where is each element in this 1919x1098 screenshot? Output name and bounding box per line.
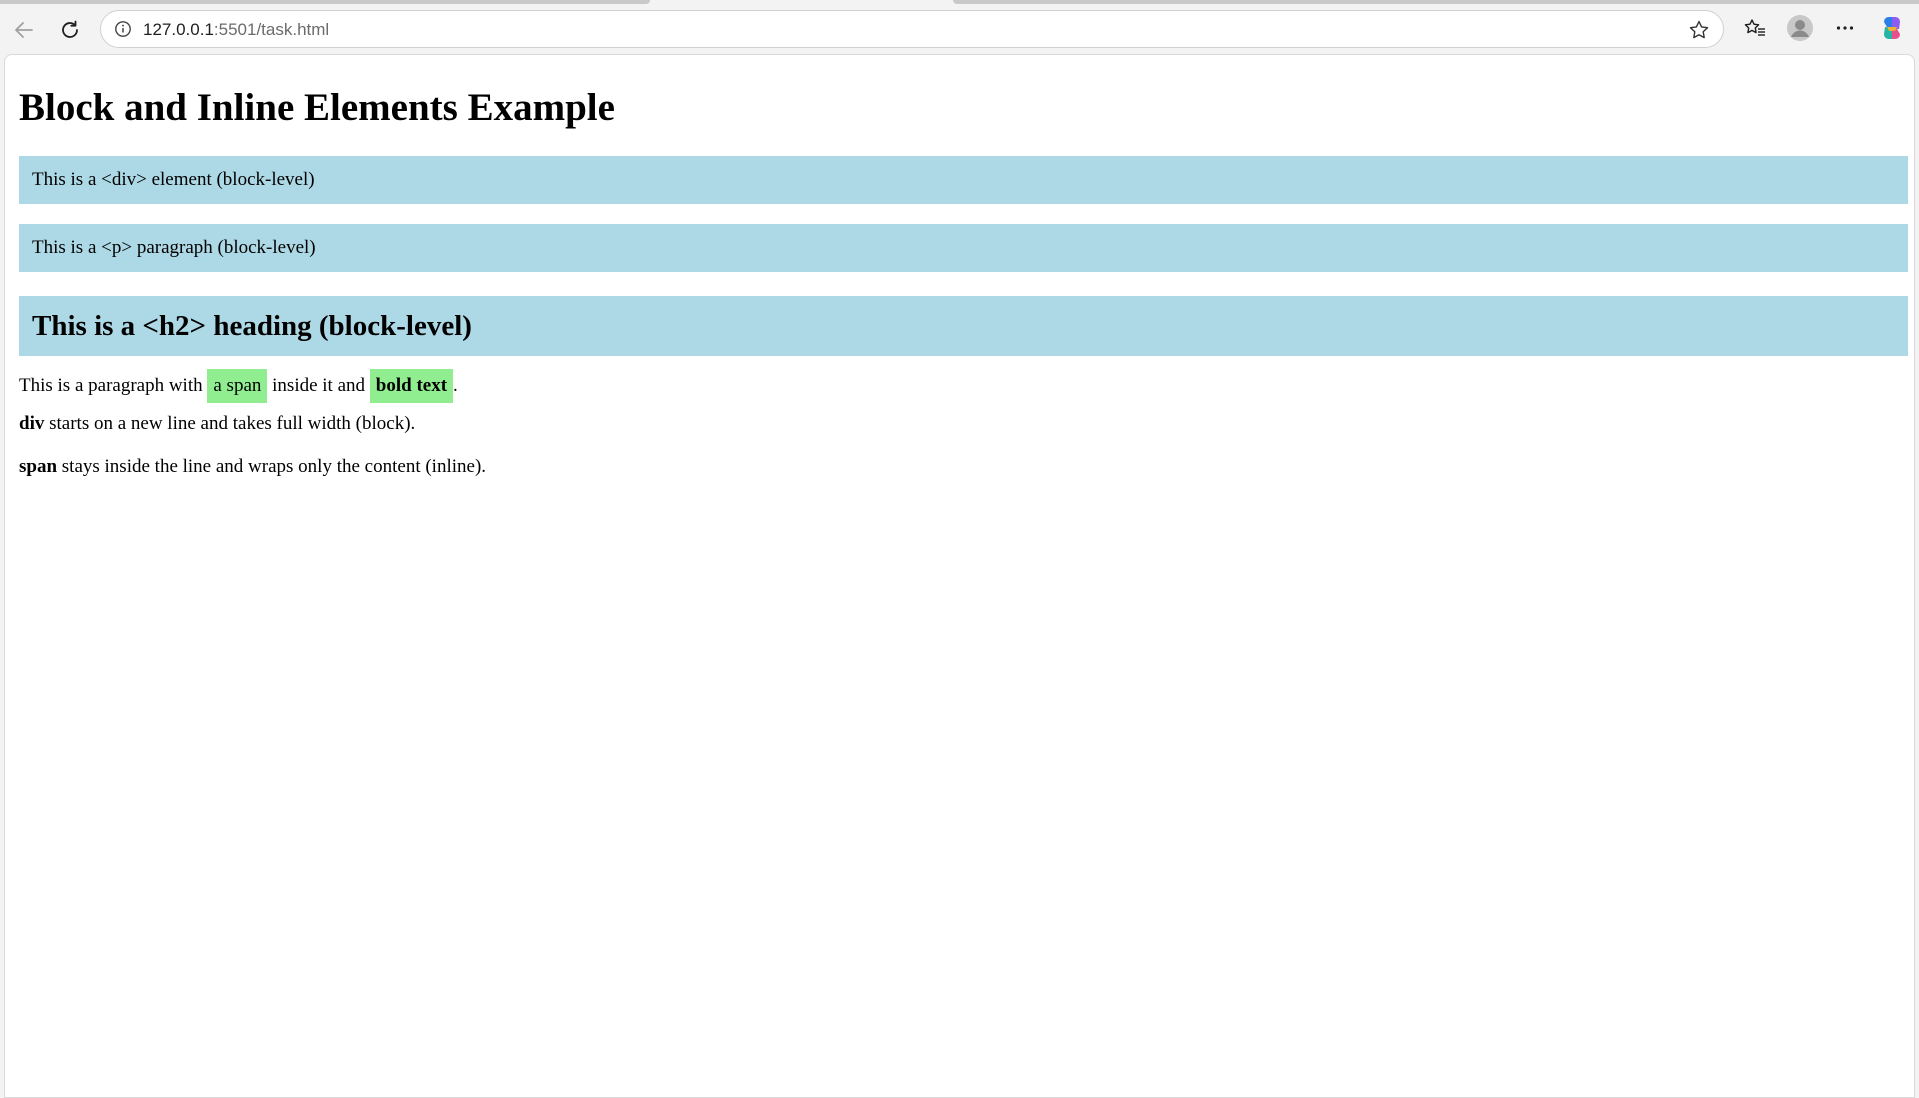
browser-toolbar: 127.0.0.1:5501/task.html (0, 6, 1919, 52)
span-keyword: span (19, 456, 58, 477)
copilot-icon (1878, 14, 1906, 47)
url-path: :5501/task.html (213, 20, 330, 39)
copilot-button[interactable] (1874, 12, 1910, 48)
favorites-icon (1743, 17, 1767, 44)
h2-heading-block: This is a <h2> heading (block-level) (19, 296, 1908, 356)
span-note-text: stays inside the line and wraps only the… (57, 456, 487, 477)
span-note: span stays inside the line and wraps onl… (19, 456, 486, 478)
profile-icon (1786, 14, 1814, 47)
page-viewport: Block and Inline Elements Example This i… (4, 54, 1915, 1098)
inline-paragraph: This is a paragraph with a span inside i… (19, 369, 458, 403)
reload-button[interactable] (52, 12, 88, 48)
favorites-button[interactable] (1737, 12, 1773, 48)
page-title: Block and Inline Elements Example (19, 86, 615, 129)
profile-button[interactable] (1782, 12, 1818, 48)
star-icon[interactable] (1687, 18, 1711, 42)
inline-text-middle: inside it and (267, 375, 370, 396)
highlighted-bold-text: bold text (369, 369, 454, 403)
inline-text-before: This is a paragraph with (19, 375, 208, 396)
inline-text-after: . (453, 375, 458, 396)
info-icon[interactable] (113, 19, 133, 39)
more-icon (1834, 17, 1856, 44)
paragraph-block: This is a <p> paragraph (block-level) (19, 224, 1908, 272)
tab-indicator[interactable] (0, 0, 650, 4)
div-keyword: div (19, 413, 45, 434)
url-host: 127.0.0.1 (143, 20, 214, 39)
div-note-text: starts on a new line and takes full widt… (44, 413, 416, 434)
highlighted-span: a span (207, 369, 268, 403)
address-bar[interactable]: 127.0.0.1:5501/task.html (100, 10, 1724, 48)
more-button[interactable] (1827, 12, 1863, 48)
tab-indicator[interactable] (953, 0, 1919, 4)
div-note: div starts on a new line and takes full … (19, 413, 415, 435)
url-text[interactable]: 127.0.0.1:5501/task.html (143, 20, 329, 40)
div-block: This is a <div> element (block-level) (19, 156, 1908, 204)
back-arrow-icon (13, 19, 35, 41)
back-button[interactable] (6, 12, 42, 48)
reload-icon (59, 19, 81, 41)
